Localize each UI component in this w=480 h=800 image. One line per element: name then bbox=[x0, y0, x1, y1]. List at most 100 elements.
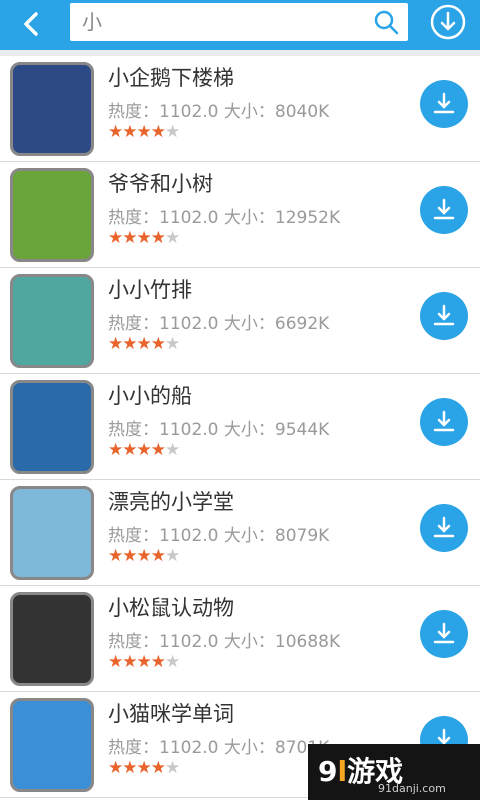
size-label: 大小： bbox=[223, 208, 275, 228]
heat-label: 热度： bbox=[108, 738, 159, 758]
app-meta: 热度：1102.0 大小：8701K bbox=[108, 733, 329, 758]
app-name: 漂亮的小学堂 bbox=[108, 490, 234, 514]
size-label: 大小： bbox=[223, 526, 275, 546]
top-bar: 小 bbox=[0, 0, 480, 50]
star-empty-icon: ★ bbox=[165, 334, 180, 354]
size-value: 6692K bbox=[274, 314, 330, 334]
download-icon bbox=[433, 198, 455, 220]
star-filled-icon: ★ bbox=[122, 334, 137, 354]
app-meta: 热度：1102.0 大小：8040K bbox=[108, 97, 329, 122]
app-icon[interactable] bbox=[10, 698, 94, 792]
size-label: 大小： bbox=[223, 420, 275, 440]
app-icon[interactable] bbox=[10, 274, 94, 368]
heat-value: 1102.0 bbox=[159, 738, 219, 758]
list-item[interactable]: 小企鹅下楼梯 热度：1102.0 大小：8040K ★★★★★ bbox=[0, 56, 480, 162]
app-name: 小小的船 bbox=[108, 384, 192, 408]
list-item[interactable]: 小松鼠认动物 热度：1102.0 大小：10688K ★★★★★ bbox=[0, 586, 480, 692]
heat-label: 热度： bbox=[108, 526, 159, 546]
star-filled-icon: ★ bbox=[136, 228, 152, 248]
app-icon[interactable] bbox=[10, 62, 94, 156]
app-icon[interactable] bbox=[10, 486, 94, 580]
size-label: 大小： bbox=[223, 314, 275, 334]
size-value: 12952K bbox=[274, 208, 341, 228]
heat-label: 热度： bbox=[108, 102, 159, 122]
list-item[interactable]: 小小竹排 热度：1102.0 大小：6692K ★★★★★ bbox=[0, 268, 480, 374]
rating-stars: ★★★★★ bbox=[108, 546, 180, 566]
chevron-left-icon bbox=[24, 12, 38, 36]
download-button[interactable] bbox=[420, 398, 468, 446]
heat-label: 热度： bbox=[108, 632, 159, 652]
download-icon bbox=[433, 622, 455, 644]
star-filled-icon: ★ bbox=[136, 122, 152, 142]
size-label: 大小： bbox=[223, 632, 275, 652]
heat-value: 1102.0 bbox=[159, 526, 219, 546]
rating-stars: ★★★★★ bbox=[108, 122, 180, 142]
list-item[interactable]: 漂亮的小学堂 热度：1102.0 大小：8079K ★★★★★ bbox=[0, 480, 480, 586]
app-icon[interactable] bbox=[10, 380, 94, 474]
star-filled-icon: ★ bbox=[150, 440, 166, 460]
star-filled-icon: ★ bbox=[108, 652, 123, 672]
download-button[interactable] bbox=[420, 610, 468, 658]
watermark-url: 91danji.com bbox=[378, 782, 446, 795]
download-icon bbox=[433, 304, 455, 326]
size-value: 8079K bbox=[274, 526, 330, 546]
rating-stars: ★★★★★ bbox=[108, 228, 180, 248]
search-query-text: 小 bbox=[82, 10, 102, 34]
heat-value: 1102.0 bbox=[159, 632, 219, 652]
download-button[interactable] bbox=[420, 292, 468, 340]
star-filled-icon: ★ bbox=[150, 334, 166, 354]
rating-stars: ★★★★★ bbox=[108, 758, 180, 778]
heat-label: 热度： bbox=[108, 314, 159, 334]
download-icon bbox=[433, 516, 455, 538]
star-filled-icon: ★ bbox=[108, 228, 123, 248]
app-meta: 热度：1102.0 大小：8079K bbox=[108, 521, 329, 546]
download-circle-icon[interactable] bbox=[430, 4, 466, 40]
rating-stars: ★★★★★ bbox=[108, 334, 180, 354]
star-empty-icon: ★ bbox=[165, 758, 180, 778]
app-icon[interactable] bbox=[10, 592, 94, 686]
app-meta: 热度：1102.0 大小：9544K bbox=[108, 415, 329, 440]
list-item[interactable]: 爷爷和小树 热度：1102.0 大小：12952K ★★★★★ bbox=[0, 162, 480, 268]
star-empty-icon: ★ bbox=[165, 440, 180, 460]
app-meta: 热度：1102.0 大小：12952K bbox=[108, 203, 340, 228]
heat-value: 1102.0 bbox=[159, 208, 219, 228]
app-name: 爷爷和小树 bbox=[108, 172, 213, 196]
list-item[interactable]: 小小的船 热度：1102.0 大小：9544K ★★★★★ bbox=[0, 374, 480, 480]
app-meta: 热度：1102.0 大小：6692K bbox=[108, 309, 329, 334]
heat-value: 1102.0 bbox=[159, 420, 219, 440]
app-list: 小企鹅下楼梯 热度：1102.0 大小：8040K ★★★★★ 爷爷和小树 热度：110… bbox=[0, 56, 480, 800]
star-filled-icon: ★ bbox=[122, 228, 137, 248]
search-input[interactable]: 小 bbox=[70, 3, 408, 41]
star-filled-icon: ★ bbox=[150, 546, 166, 566]
app-meta: 热度：1102.0 大小：10688K bbox=[108, 627, 340, 652]
star-filled-icon: ★ bbox=[136, 334, 152, 354]
star-filled-icon: ★ bbox=[108, 546, 123, 566]
download-icon bbox=[433, 92, 455, 114]
star-filled-icon: ★ bbox=[136, 440, 152, 460]
size-value: 8040K bbox=[274, 102, 330, 122]
back-button[interactable] bbox=[10, 4, 54, 44]
star-filled-icon: ★ bbox=[122, 440, 137, 460]
star-filled-icon: ★ bbox=[150, 228, 166, 248]
app-name: 小小竹排 bbox=[108, 278, 192, 302]
star-filled-icon: ★ bbox=[108, 440, 123, 460]
star-filled-icon: ★ bbox=[108, 334, 123, 354]
download-button[interactable] bbox=[420, 80, 468, 128]
app-icon[interactable] bbox=[10, 168, 94, 262]
star-filled-icon: ★ bbox=[108, 122, 123, 142]
size-label: 大小： bbox=[223, 102, 275, 122]
star-filled-icon: ★ bbox=[122, 546, 137, 566]
heat-value: 1102.0 bbox=[159, 102, 219, 122]
heat-value: 1102.0 bbox=[159, 314, 219, 334]
download-button[interactable] bbox=[420, 186, 468, 234]
star-filled-icon: ★ bbox=[122, 122, 137, 142]
star-filled-icon: ★ bbox=[122, 758, 137, 778]
download-button[interactable] bbox=[420, 504, 468, 552]
app-name: 小猫咪学单词 bbox=[108, 702, 234, 726]
heat-label: 热度： bbox=[108, 208, 159, 228]
size-value: 10688K bbox=[274, 632, 341, 652]
rating-stars: ★★★★★ bbox=[108, 440, 180, 460]
star-filled-icon: ★ bbox=[150, 758, 166, 778]
search-icon[interactable] bbox=[372, 8, 400, 36]
star-empty-icon: ★ bbox=[165, 228, 180, 248]
